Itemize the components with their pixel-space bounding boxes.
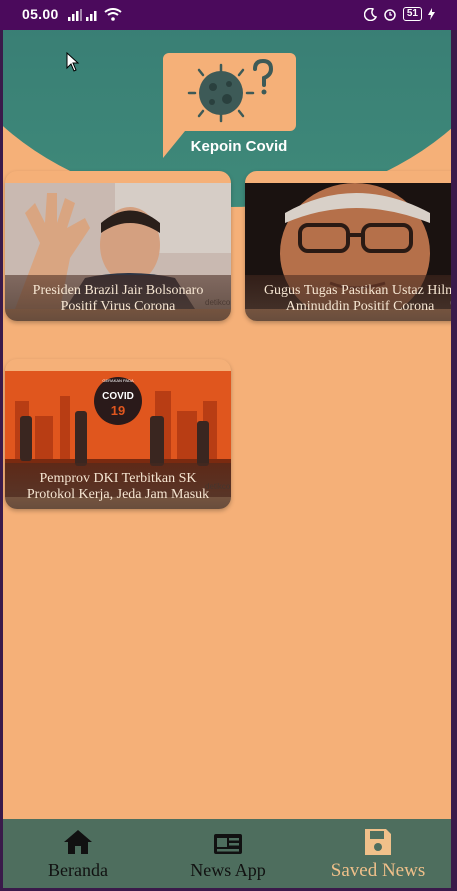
nav-label: News App bbox=[190, 860, 266, 880]
charging-icon bbox=[428, 8, 435, 20]
news-caption: Gugus Tugas Pastikan Ustaz Hilm Aminuddi… bbox=[245, 275, 454, 321]
kepoin-covid-logo: Kepoin Covid bbox=[163, 53, 296, 158]
news-title-line1: Pemprov DKI Terbitkan SK bbox=[39, 471, 197, 486]
mouse-cursor-icon bbox=[66, 52, 80, 72]
news-card[interactable]: GERAKAN PADA COVID 19 detikcom Pemprov D… bbox=[5, 359, 231, 509]
news-card[interactable]: detikcom Presiden Brazil Jair Bolsonaro … bbox=[5, 171, 231, 321]
bottom-navigation: Beranda News App Saved News bbox=[3, 819, 454, 888]
news-title-line1: Gugus Tugas Pastikan Ustaz Hilm bbox=[263, 283, 454, 298]
nav-label: Saved News bbox=[330, 860, 426, 881]
status-time: 05.00 bbox=[22, 6, 59, 22]
news-caption: Presiden Brazil Jair Bolsonaro Positif V… bbox=[5, 275, 231, 321]
news-title-line2: Positif Virus Corona bbox=[60, 299, 176, 314]
app-screen: Kepoin Covid detikcom Presiden Brazil Ja… bbox=[3, 30, 454, 888]
home-icon bbox=[64, 830, 92, 854]
logo-text: Kepoin Covid bbox=[191, 138, 288, 155]
alarm-icon bbox=[384, 9, 396, 21]
news-title-line2: Aminuddin Positif Corona bbox=[285, 299, 435, 314]
status-right-icons: 51 bbox=[363, 7, 435, 21]
wifi-icon bbox=[104, 8, 122, 21]
news-icon bbox=[214, 834, 242, 854]
save-icon bbox=[365, 829, 391, 855]
battery-indicator: 51 bbox=[402, 7, 422, 21]
screen-edge bbox=[451, 30, 457, 888]
poster-number: 19 bbox=[111, 403, 125, 418]
nav-label: Beranda bbox=[48, 860, 108, 880]
news-card[interactable]: detikcom Gugus Tugas Pastikan Ustaz Hilm… bbox=[245, 171, 454, 321]
poster-small-text: GERAKAN PADA bbox=[102, 378, 134, 383]
nav-saved-news[interactable]: Saved News bbox=[303, 819, 453, 888]
poster-covid-text: COVID bbox=[102, 391, 134, 402]
news-title-line2: Protokol Kerja, Jeda Jam Masuk bbox=[26, 487, 210, 502]
signal2-icon bbox=[86, 11, 97, 21]
status-bar: 05.00 51 bbox=[0, 0, 457, 30]
status-left-icons bbox=[68, 8, 122, 21]
nav-beranda[interactable]: Beranda bbox=[3, 819, 153, 888]
signal-icon bbox=[68, 9, 82, 21]
news-title-line1: Presiden Brazil Jair Bolsonaro bbox=[32, 283, 204, 298]
moon-icon bbox=[363, 7, 377, 21]
news-caption: Pemprov DKI Terbitkan SK Protokol Kerja,… bbox=[5, 463, 231, 509]
nav-news-app[interactable]: News App bbox=[153, 819, 303, 888]
